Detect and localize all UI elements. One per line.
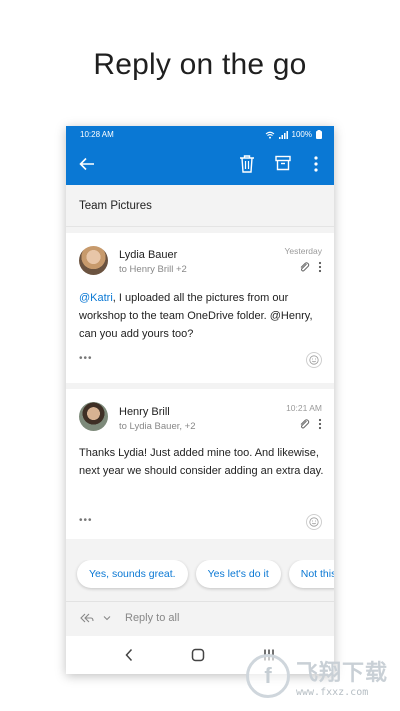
watermark-text: 飞翔下载: [296, 659, 389, 685]
app-bar: [66, 143, 334, 185]
attachment-icon: [300, 262, 310, 272]
watermark-url: www.fxxz.com: [296, 686, 369, 698]
message-card[interactable]: Lydia Bauer to Henry Brill +2 Yesterday …: [66, 233, 334, 383]
trash-icon[interactable]: [238, 154, 256, 174]
watermark: f 飞翔下载 www.fxxz.com: [246, 648, 396, 704]
more-vert-icon[interactable]: [312, 154, 320, 174]
watermark-logo: f: [246, 654, 290, 698]
nav-back-icon[interactable]: [124, 648, 134, 662]
quoted-text-toggle[interactable]: •••: [79, 353, 93, 364]
wifi-icon: [265, 131, 274, 139]
message-more-icon[interactable]: [318, 418, 322, 430]
reply-bar[interactable]: Reply to all: [66, 601, 334, 633]
suggested-reply-chip[interactable]: Yes let's do it: [195, 560, 281, 588]
headline: Reply on the go: [93, 48, 307, 81]
chevron-down-icon[interactable]: [103, 615, 111, 621]
quoted-text-toggle[interactable]: •••: [79, 515, 93, 526]
sender-name: Lydia Bauer: [119, 249, 178, 261]
suggested-replies: Yes, sounds great. Yes let's do it Not t…: [66, 560, 334, 592]
message-time: 10:21 AM: [286, 403, 322, 413]
battery-level: 100%: [291, 130, 312, 139]
avatar[interactable]: [79, 402, 108, 431]
reaction-button[interactable]: [306, 514, 322, 530]
status-icons: 100%: [265, 130, 322, 139]
suggested-reply-chip[interactable]: Yes, sounds great.: [77, 560, 188, 588]
message-card[interactable]: Henry Brill to Lydia Bauer, +2 10:21 AM …: [66, 389, 334, 539]
status-time: 10:28 AM: [80, 130, 114, 139]
recipients: to Henry Brill +2: [119, 264, 187, 275]
signal-icon: [278, 130, 288, 139]
recipients: to Lydia Bauer, +2: [119, 421, 196, 432]
status-bar: 10:28 AM 100%: [66, 126, 334, 143]
suggested-reply-chip[interactable]: Not this: [288, 560, 334, 588]
message-more-icon[interactable]: [318, 261, 322, 273]
thread-subject: Team Pictures: [66, 185, 334, 227]
reply-input[interactable]: Reply to all: [125, 612, 179, 624]
archive-icon[interactable]: [274, 154, 292, 172]
battery-icon: [316, 130, 322, 139]
message-time: Yesterday: [284, 246, 323, 256]
phone-screen: 10:28 AM 100% Team Pictures Lydia Bauer …: [66, 126, 334, 674]
nav-home-icon[interactable]: [191, 648, 205, 662]
emoji-icon: [309, 355, 319, 365]
message-body: @Katri, I uploaded all the pictures from…: [79, 289, 325, 343]
mention-link[interactable]: @Katri: [79, 292, 113, 304]
sender-name: Henry Brill: [119, 406, 170, 418]
back-arrow-icon[interactable]: [78, 155, 96, 173]
message-text: , I uploaded all the pictures from our w…: [79, 292, 313, 340]
message-body: Thanks Lydia! Just added mine too. And l…: [79, 447, 324, 477]
avatar[interactable]: [79, 246, 108, 275]
reaction-button[interactable]: [306, 352, 322, 368]
reply-all-icon[interactable]: [79, 612, 95, 624]
emoji-icon: [309, 517, 319, 527]
attachment-icon: [300, 419, 310, 429]
